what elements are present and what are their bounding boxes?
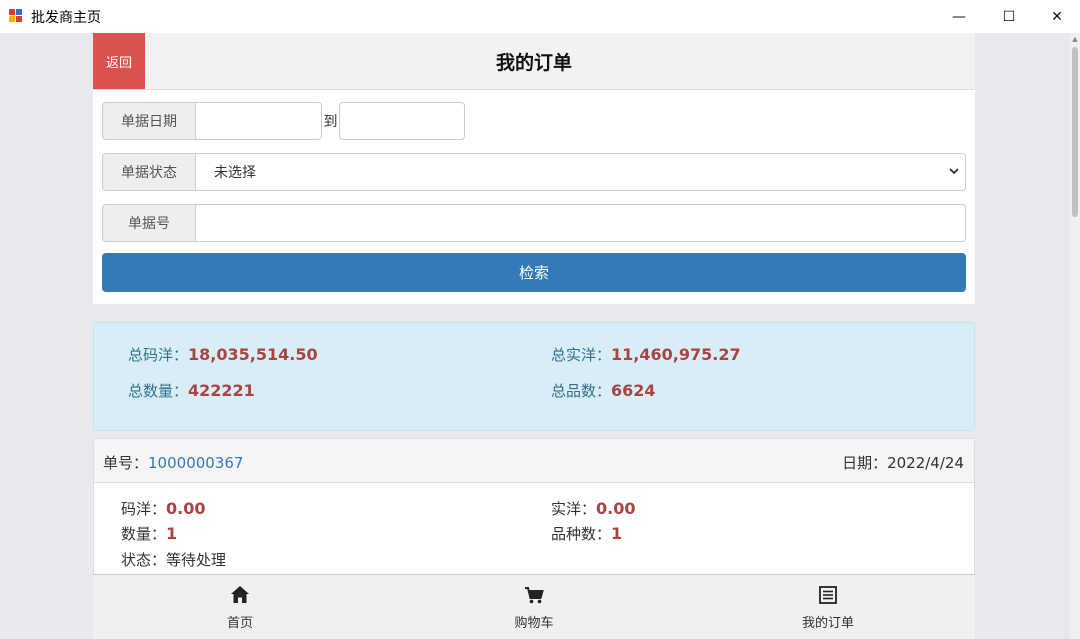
total-quantity-label: 总数量： [128, 382, 189, 400]
order-number: 单号：1000000367 [103, 452, 243, 473]
order-date-value: 2022/4/24 [887, 454, 964, 472]
to-label: 到 [323, 114, 338, 130]
order-number-value[interactable]: 1000000367 [148, 454, 243, 472]
status-select[interactable]: 未选择 [196, 153, 966, 191]
order-quantity-label: 数量： [121, 525, 167, 543]
number-label: 单据号 [102, 204, 196, 242]
order-status: 状态：等待处理 [121, 549, 226, 570]
close-button[interactable]: ✕ [1034, 0, 1080, 33]
chevron-down-icon [949, 168, 959, 175]
total-tag-price-value: 18,035,514.50 [188, 345, 318, 364]
order-card[interactable]: 单号：1000000367 日期：2022/4/24 码洋：0.00 实洋：0.… [93, 438, 975, 578]
date-label: 单据日期 [102, 102, 196, 140]
number-row: 单据号 [102, 204, 966, 242]
search-button[interactable]: 检索 [102, 253, 966, 292]
orders-page: 我的订单 返回 单据日期 到 单据状态 未选择 单据号 检索 总码洋：18,03… [93, 33, 975, 639]
list-icon [819, 586, 837, 604]
nav-item-cart[interactable]: 购物车 [387, 575, 681, 639]
cart-icon [525, 587, 544, 604]
date-range-row: 单据日期 到 [102, 102, 465, 140]
order-kinds: 品种数：1 [551, 523, 622, 544]
order-card-header: 单号：1000000367 日期：2022/4/24 [94, 439, 974, 483]
order-tag-price-label: 码洋： [121, 500, 167, 518]
client-area: 我的订单 返回 单据日期 到 单据状态 未选择 单据号 检索 总码洋：18,03… [0, 33, 1080, 639]
minimize-button[interactable]: — [936, 0, 982, 33]
total-actual-price: 总实洋：11,460,975.27 [551, 344, 741, 365]
order-tag-price-value: 0.00 [166, 499, 206, 518]
order-actual-price: 实洋：0.00 [551, 498, 636, 519]
order-kinds-label: 品种数： [551, 525, 612, 543]
home-icon [231, 586, 249, 603]
status-select-value: 未选择 [214, 165, 256, 181]
total-quantity: 总数量：422221 [128, 380, 255, 401]
total-quantity-value: 422221 [188, 381, 255, 400]
order-quantity: 数量：1 [121, 523, 177, 544]
nav-label-home: 首页 [226, 616, 253, 631]
total-kinds: 总品数：6624 [551, 380, 656, 401]
scrollbar-thumb[interactable] [1072, 47, 1078, 217]
order-status-label: 状态： [121, 551, 167, 569]
order-tag-price: 码洋：0.00 [121, 498, 206, 519]
order-actual-price-label: 实洋： [551, 500, 597, 518]
order-quantity-value: 1 [166, 524, 178, 543]
nav-label-my-orders: 我的订单 [801, 616, 854, 631]
number-input[interactable] [196, 204, 966, 242]
order-status-value: 等待处理 [166, 551, 227, 569]
total-kinds-label: 总品数： [551, 382, 612, 400]
date-to-input[interactable] [339, 102, 465, 140]
status-row: 单据状态 未选择 [102, 153, 966, 191]
scroll-up-arrow-icon[interactable]: ▲ [1072, 35, 1078, 43]
window-title: 批发商主页 [31, 10, 101, 26]
total-actual-price-value: 11,460,975.27 [611, 345, 741, 364]
bottom-nav: 首页 购物车 我的订单 [93, 574, 975, 639]
nav-item-home[interactable]: 首页 [93, 575, 387, 639]
app-icon [9, 9, 23, 23]
order-date-label: 日期： [842, 454, 888, 472]
total-tag-price-label: 总码洋： [128, 346, 189, 364]
order-actual-price-value: 0.00 [596, 499, 636, 518]
total-kinds-value: 6624 [611, 381, 656, 400]
window-titlebar: 批发商主页 — ☐ ✕ [0, 0, 1080, 33]
order-number-label: 单号： [103, 454, 149, 472]
order-date: 日期：2022/4/24 [842, 452, 964, 473]
page-title: 我的订单 [495, 52, 572, 74]
search-form: 单据日期 到 单据状态 未选择 单据号 检索 [93, 90, 975, 304]
total-tag-price: 总码洋：18,035,514.50 [128, 344, 318, 365]
total-actual-price-label: 总实洋： [551, 346, 612, 364]
summary-panel: 总码洋：18,035,514.50 总实洋：11,460,975.27 总数量：… [93, 322, 975, 431]
back-button[interactable]: 返回 [93, 33, 145, 89]
maximize-button[interactable]: ☐ [986, 0, 1032, 33]
order-kinds-value: 1 [611, 524, 623, 543]
nav-label-cart: 购物车 [514, 616, 554, 631]
page-header: 我的订单 返回 [93, 33, 975, 90]
vertical-scrollbar[interactable]: ▲ [1070, 33, 1080, 639]
status-label: 单据状态 [102, 153, 196, 191]
date-from-input[interactable] [196, 102, 322, 140]
nav-item-my-orders[interactable]: 我的订单 [681, 575, 975, 639]
